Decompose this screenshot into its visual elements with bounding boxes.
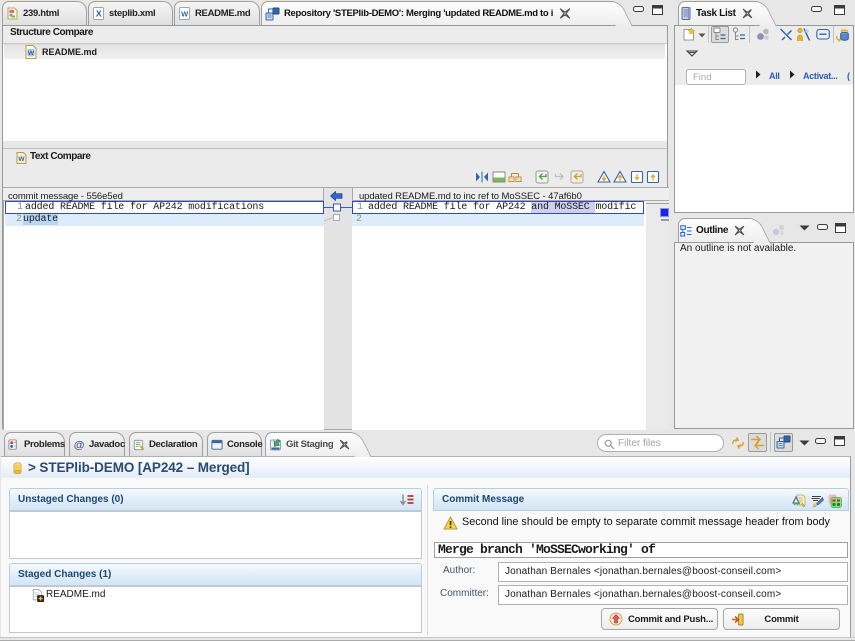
svg-text:W: W: [18, 156, 25, 163]
svg-text:W: W: [28, 50, 35, 57]
svg-text:@: @: [74, 439, 85, 450]
svg-text:X: X: [96, 9, 102, 19]
